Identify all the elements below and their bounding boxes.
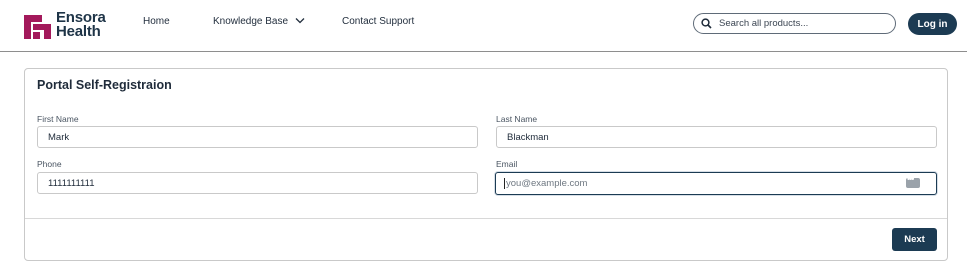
text-cursor xyxy=(504,178,505,189)
next-button[interactable]: Next xyxy=(892,228,937,251)
chevron-down-icon xyxy=(295,17,305,24)
search-input[interactable] xyxy=(719,18,889,29)
nav-home[interactable]: Home xyxy=(143,16,170,27)
registration-card: Portal Self-Registraion First Name Mark … xyxy=(24,68,948,261)
site-header: Ensora Health Home Knowledge Base Contac… xyxy=(0,0,967,52)
card-divider xyxy=(25,218,947,219)
email-placeholder: you@example.com xyxy=(506,178,588,189)
phone-label: Phone xyxy=(37,159,62,169)
email-label: Email xyxy=(496,159,518,169)
last-name-label: Last Name xyxy=(496,114,538,124)
brand-name: Ensora Health xyxy=(56,10,106,40)
nav-knowledge-base-label: Knowledge Base xyxy=(213,16,289,27)
first-name-field[interactable]: Mark xyxy=(37,126,478,148)
ensora-logo-icon xyxy=(24,14,51,39)
form-title: Portal Self-Registraion xyxy=(37,78,172,92)
password-manager-icon[interactable] xyxy=(906,174,920,188)
nav-knowledge-base[interactable]: Knowledge Base xyxy=(213,16,305,27)
first-name-label: First Name xyxy=(37,114,79,124)
search-icon xyxy=(701,18,712,29)
phone-value: 1111111111 xyxy=(48,177,95,189)
ensora-health-logo[interactable]: Ensora Health xyxy=(24,10,106,40)
email-field[interactable]: you@example.com xyxy=(495,172,937,195)
brand-line2: Health xyxy=(56,23,101,40)
phone-field[interactable]: 1111111111 xyxy=(37,172,478,194)
last-name-value: Blackman xyxy=(507,131,549,143)
first-name-value: Mark xyxy=(48,131,70,143)
search-box[interactable] xyxy=(693,13,896,34)
nav-contact-support[interactable]: Contact Support xyxy=(342,16,414,27)
login-button[interactable]: Log in xyxy=(908,13,957,35)
last-name-field[interactable]: Blackman xyxy=(496,126,937,148)
